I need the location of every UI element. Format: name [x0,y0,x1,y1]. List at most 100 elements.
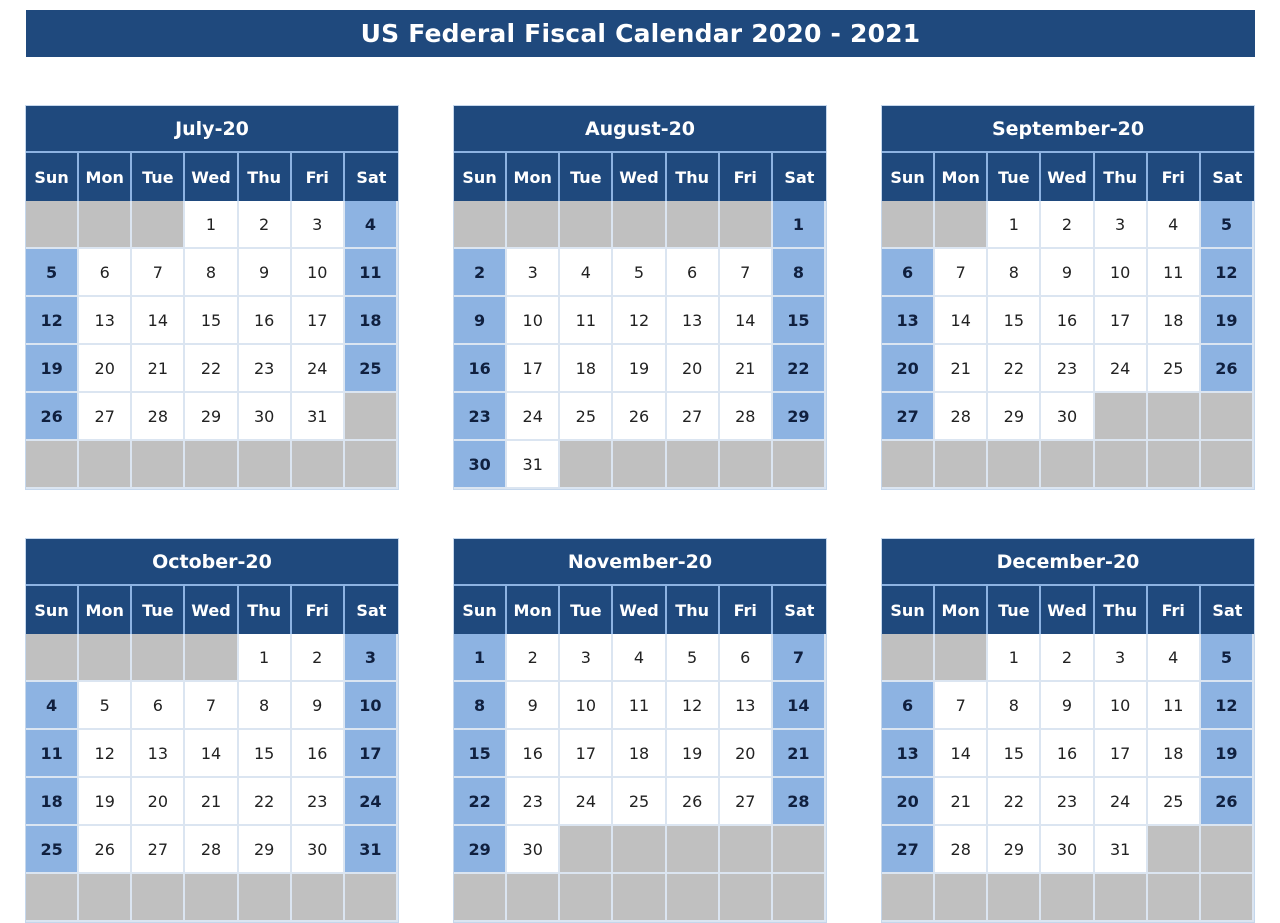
day-cell: 31 [507,441,561,489]
weekend-day-cell: 31 [344,826,398,874]
weekday-header-fri: Fri [719,153,773,201]
month-grid: Sun Mon Tue Wed Thu Fri Sat 1 2 3 4 5 6 7 8 9 10 11 12 13 14… [26,586,398,922]
day-cell: 13 [666,297,720,345]
day-cell: 12 [613,297,667,345]
day-cell: 9 [1041,682,1095,730]
day-cell: 3 [291,201,345,249]
weekday-header-sun: Sun [882,153,936,201]
empty-day-cell [560,441,614,489]
weekday-header-tue: Tue [132,586,186,634]
weekend-day-cell: 26 [1200,345,1254,393]
day-cell: 19 [613,345,667,393]
day-cell: 7 [132,249,186,297]
day-cell: 11 [560,297,614,345]
empty-day-cell [185,634,239,682]
day-cell: 17 [291,297,345,345]
day-cell: 27 [719,778,773,826]
weekend-day-cell: 19 [26,345,80,393]
weekday-header-wed: Wed [1041,153,1095,201]
month-grid: Sun Mon Tue Wed Thu Fri Sat 1 2 3 4 5 6 7 8 9 10 11 12 13 14… [882,586,1254,922]
day-cell: 18 [613,730,667,778]
empty-day-cell [344,393,398,441]
month-calendar-september: September-20 Sun Mon Tue Wed Thu Fri Sat 1 2 3 4 5 6… [881,105,1255,490]
weekend-day-cell: 21 [772,730,826,778]
month-grid: Sun Mon Tue Wed Thu Fri Sat 1 2 3 4 5 6 7 8 9 10 11 12 13 14… [454,153,826,489]
month-title: August-20 [454,106,826,153]
day-cell: 7 [185,682,239,730]
day-cell: 30 [1041,393,1095,441]
day-cell: 16 [507,730,561,778]
day-cell: 17 [507,345,561,393]
empty-day-cell [1094,874,1148,922]
day-cell: 4 [1147,634,1201,682]
weekend-day-cell: 6 [882,682,936,730]
day-cell: 14 [719,297,773,345]
weekday-header-sun: Sun [454,586,508,634]
weekday-header-wed: Wed [613,153,667,201]
weekend-day-cell: 11 [26,730,80,778]
day-cell: 23 [507,778,561,826]
day-cell: 4 [1147,201,1201,249]
day-cell: 22 [238,778,292,826]
day-cell: 24 [1094,345,1148,393]
empty-day-cell [666,441,720,489]
empty-day-cell [882,634,936,682]
day-cell: 22 [988,345,1042,393]
weekend-day-cell: 18 [344,297,398,345]
weekend-day-cell: 28 [772,778,826,826]
day-cell: 9 [238,249,292,297]
weekday-header-wed: Wed [613,586,667,634]
weekday-header-thu: Thu [1094,153,1148,201]
weekend-day-cell: 7 [772,634,826,682]
day-cell: 7 [935,249,989,297]
weekend-day-cell: 19 [1200,730,1254,778]
day-cell: 27 [79,393,133,441]
weekday-header-thu: Thu [1094,586,1148,634]
day-cell: 14 [935,730,989,778]
day-cell: 13 [719,682,773,730]
day-cell: 31 [291,393,345,441]
empty-day-cell [454,201,508,249]
month-title: July-20 [26,106,398,153]
day-cell: 25 [1147,778,1201,826]
weekday-header-sat: Sat [344,586,398,634]
weekday-header-fri: Fri [1147,153,1201,201]
weekday-header-mon: Mon [935,153,989,201]
empty-day-cell [560,826,614,874]
empty-day-cell [882,874,936,922]
day-cell: 21 [935,345,989,393]
month-title: September-20 [882,106,1254,153]
empty-day-cell [935,634,989,682]
day-cell: 31 [1094,826,1148,874]
day-cell: 15 [238,730,292,778]
day-cell: 29 [988,393,1042,441]
day-cell: 17 [560,730,614,778]
day-cell: 11 [1147,682,1201,730]
day-cell: 13 [132,730,186,778]
empty-day-cell [185,874,239,922]
empty-day-cell [79,634,133,682]
day-cell: 23 [1041,345,1095,393]
day-cell: 16 [238,297,292,345]
day-cell: 16 [291,730,345,778]
day-cell: 5 [79,682,133,730]
empty-day-cell [79,201,133,249]
empty-day-cell [1041,874,1095,922]
weekday-header-wed: Wed [1041,586,1095,634]
day-cell: 30 [238,393,292,441]
weekend-day-cell: 2 [454,249,508,297]
weekday-header-wed: Wed [185,586,239,634]
day-cell: 24 [560,778,614,826]
empty-day-cell [132,874,186,922]
weekend-day-cell: 13 [882,297,936,345]
empty-day-cell [132,634,186,682]
day-cell: 30 [507,826,561,874]
weekend-day-cell: 17 [344,730,398,778]
day-cell: 2 [507,634,561,682]
weekend-day-cell: 25 [344,345,398,393]
weekend-day-cell: 30 [454,441,508,489]
day-cell: 14 [132,297,186,345]
weekday-header-sun: Sun [26,586,80,634]
day-cell: 30 [1041,826,1095,874]
month-calendar-november: November-20 Sun Mon Tue Wed Thu Fri Sat 1 2 3 4 5 6 7… [453,538,827,923]
